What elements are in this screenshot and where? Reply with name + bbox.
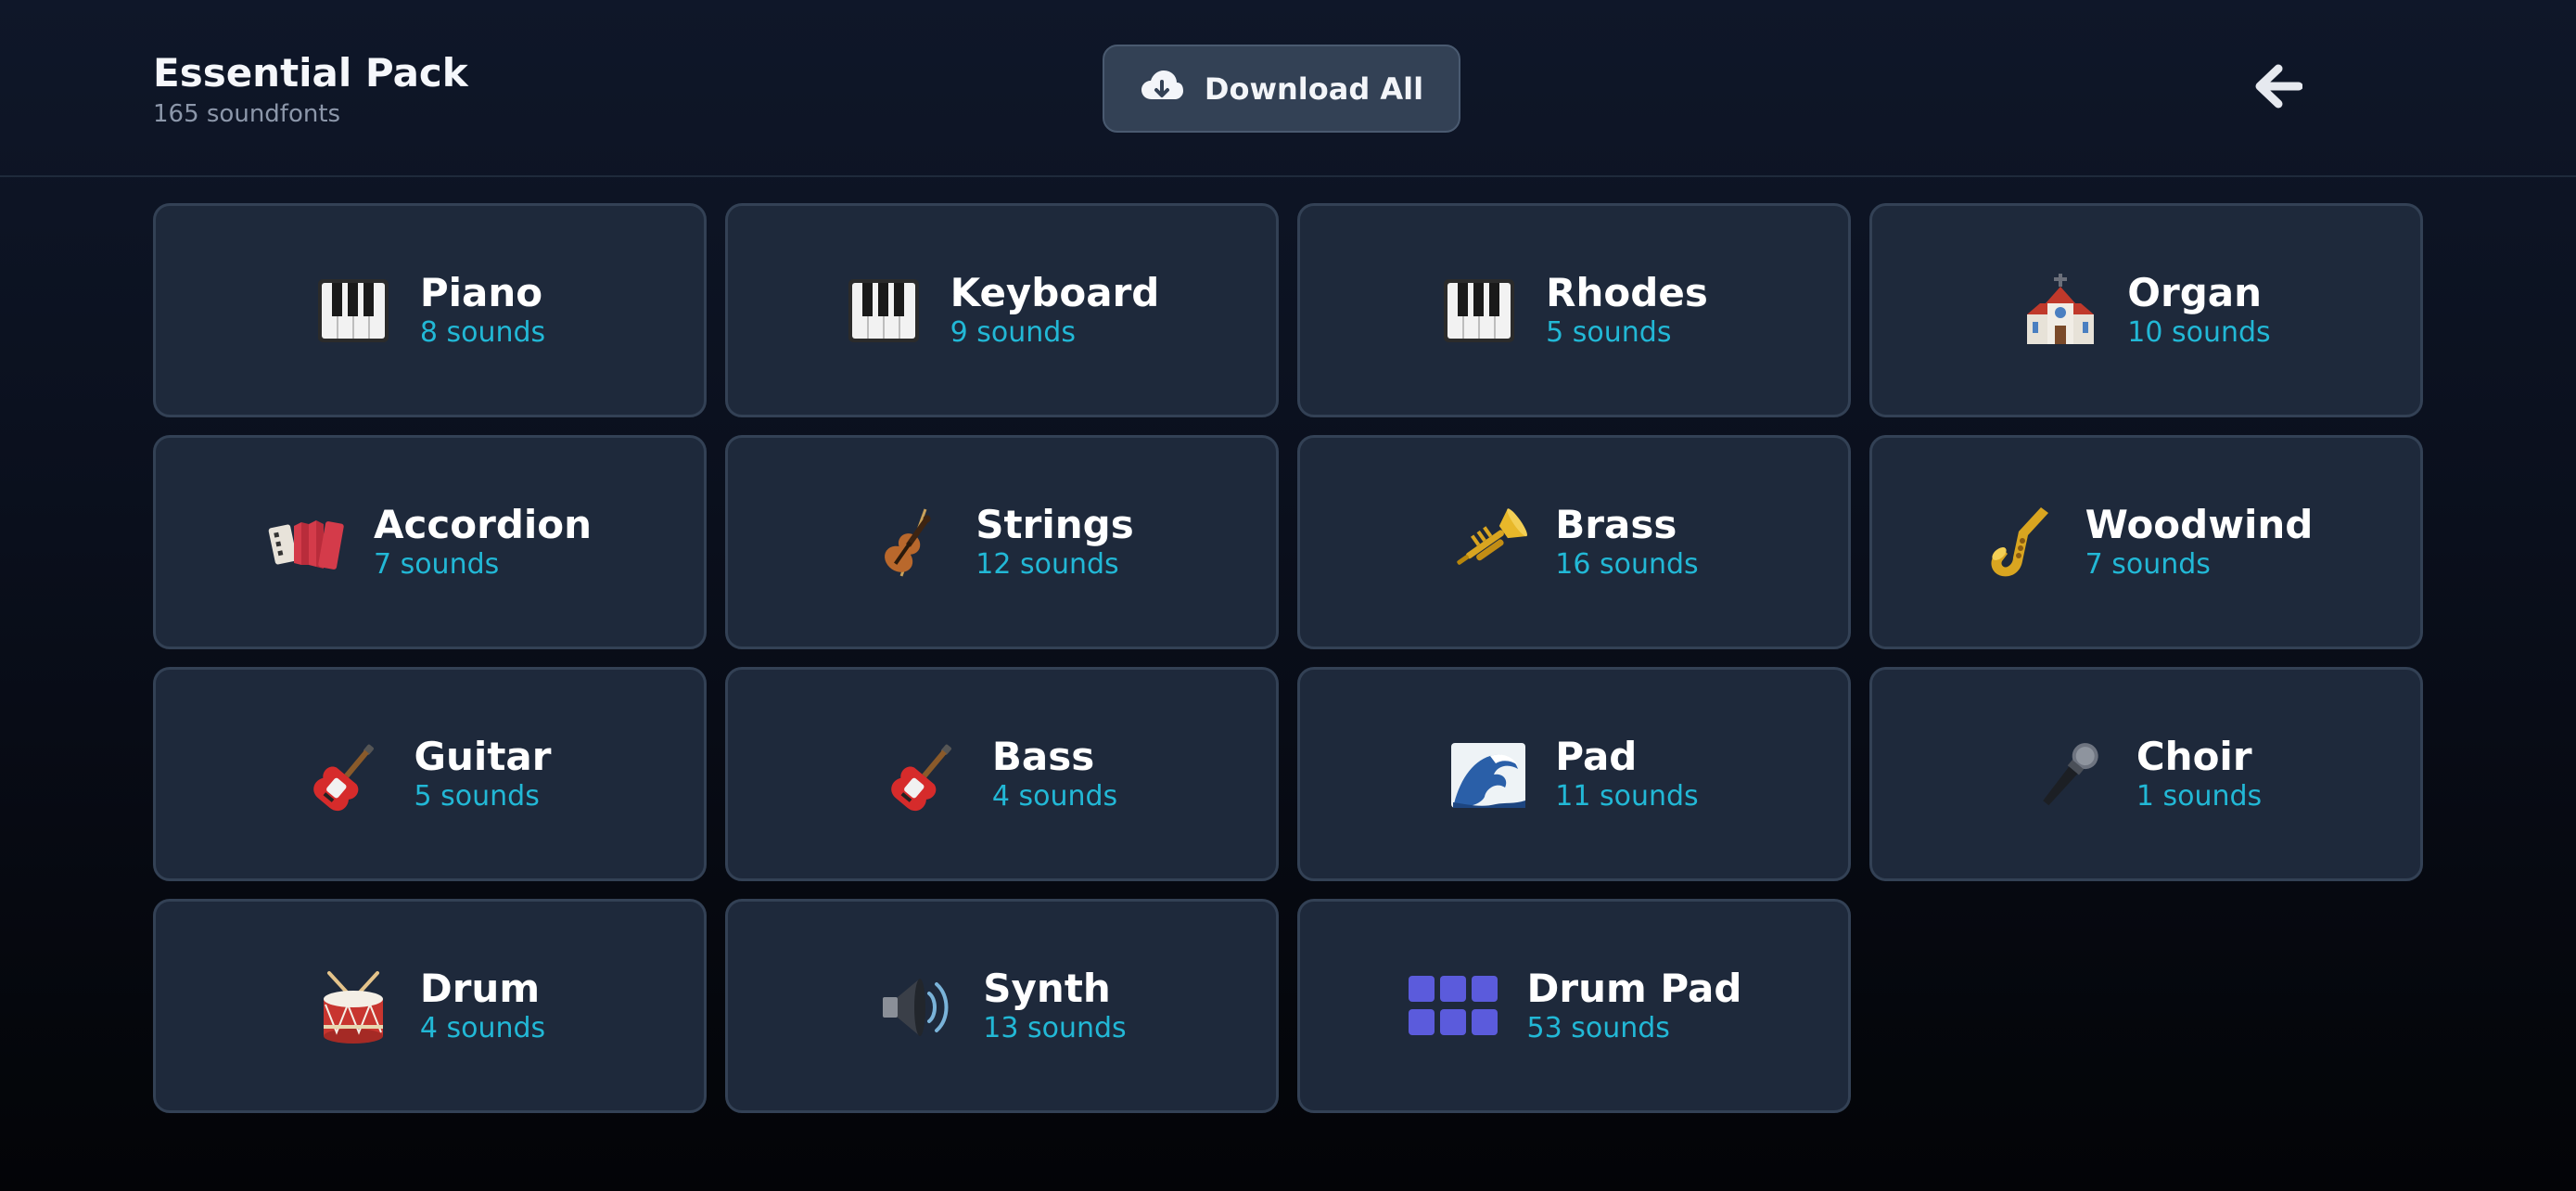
church-icon (2021, 272, 2099, 350)
page-title: Essential Pack (153, 50, 468, 96)
violin-icon (870, 504, 948, 582)
category-name: Accordion (373, 501, 593, 547)
piano-keys-icon (1440, 272, 1518, 350)
saxophone-icon (1980, 504, 2058, 582)
category-name: Woodwind (2085, 501, 2314, 547)
category-name: Rhodes (1546, 269, 1708, 315)
category-sound-count: 12 sounds (976, 547, 1119, 581)
category-sound-count: 7 sounds (2085, 547, 2211, 581)
drum-pad-grid-icon (1407, 967, 1499, 1045)
category-sound-count: 9 sounds (950, 315, 1076, 349)
arrow-left-icon (2254, 64, 2303, 112)
category-sound-count: 10 sounds (2127, 315, 2271, 349)
category-card-organ[interactable]: Organ 10 sounds (1869, 203, 2423, 417)
category-name: Brass (1555, 501, 1677, 547)
category-sound-count: 8 sounds (419, 315, 546, 349)
category-name: Drum Pad (1526, 965, 1742, 1011)
category-card-bass[interactable]: Bass 4 sounds (725, 667, 1279, 881)
download-all-label: Download All (1204, 70, 1424, 107)
category-name: Organ (2127, 269, 2263, 315)
category-sound-count: 4 sounds (991, 779, 1118, 813)
accordion-icon (268, 504, 346, 582)
category-name: Choir (2136, 733, 2252, 779)
category-card-drum-pad[interactable]: Drum Pad 53 sounds (1297, 899, 1851, 1113)
category-card-pad[interactable]: Pad 11 sounds (1297, 667, 1851, 881)
category-sound-count: 5 sounds (414, 779, 540, 813)
trumpet-icon (1449, 504, 1528, 582)
category-sound-count: 16 sounds (1555, 547, 1699, 581)
cloud-download-icon (1140, 69, 1184, 109)
category-card-accordion[interactable]: Accordion 7 sounds (153, 435, 707, 649)
soundfont-count: 165 soundfonts (153, 100, 341, 128)
category-card-guitar[interactable]: Guitar 5 sounds (153, 667, 707, 881)
category-sound-count: 7 sounds (373, 547, 500, 581)
category-name: Synth (983, 965, 1111, 1011)
drum-icon (314, 967, 392, 1045)
category-card-choir[interactable]: Choir 1 sounds (1869, 667, 2423, 881)
category-sound-count: 5 sounds (1546, 315, 1672, 349)
guitar-icon (309, 736, 387, 813)
category-card-brass[interactable]: Brass 16 sounds (1297, 435, 1851, 649)
category-sound-count: 4 sounds (419, 1011, 546, 1044)
category-name: Strings (976, 501, 1134, 547)
download-all-button[interactable]: Download All (1103, 45, 1460, 133)
category-card-keyboard[interactable]: Keyboard 9 sounds (725, 203, 1279, 417)
category-name: Guitar (414, 733, 552, 779)
category-name: Keyboard (950, 269, 1160, 315)
category-card-synth[interactable]: Synth 13 sounds (725, 899, 1279, 1113)
category-name: Pad (1555, 733, 1638, 779)
category-sound-count: 11 sounds (1555, 779, 1699, 813)
piano-keys-icon (845, 272, 923, 350)
category-card-strings[interactable]: Strings 12 sounds (725, 435, 1279, 649)
pack-title-block: Essential Pack 165 soundfonts (153, 50, 468, 130)
instrument-grid: Piano 8 sounds Keyboard 9 sounds Rhodes … (153, 203, 2423, 1113)
category-name: Drum (419, 965, 541, 1011)
wave-icon (1449, 736, 1527, 813)
header: Essential Pack 165 soundfonts Download A… (0, 0, 2576, 177)
category-sound-count: 13 sounds (983, 1011, 1127, 1044)
category-sound-count: 1 sounds (2136, 779, 2263, 813)
category-card-drum[interactable]: Drum 4 sounds (153, 899, 707, 1113)
piano-keys-icon (314, 272, 392, 350)
category-card-woodwind[interactable]: Woodwind 7 sounds (1869, 435, 2423, 649)
speaker-icon (877, 967, 955, 1045)
category-name: Bass (991, 733, 1095, 779)
category-name: Piano (419, 269, 543, 315)
category-sound-count: 53 sounds (1526, 1011, 1670, 1044)
back-button[interactable] (2246, 56, 2311, 121)
category-card-rhodes[interactable]: Rhodes 5 sounds (1297, 203, 1851, 417)
microphone-icon (2031, 736, 2109, 813)
guitar-icon (886, 736, 964, 813)
category-card-piano[interactable]: Piano 8 sounds (153, 203, 707, 417)
